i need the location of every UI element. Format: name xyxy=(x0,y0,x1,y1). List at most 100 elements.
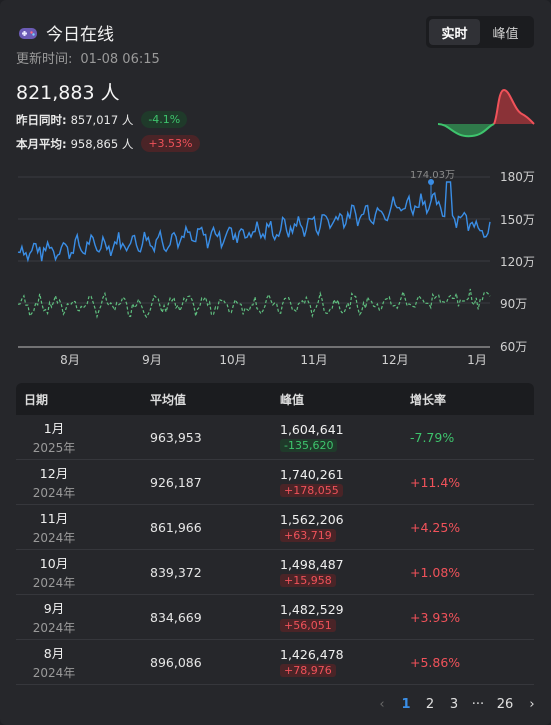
row-peak: 1,426,478 xyxy=(280,647,344,662)
row-average: 963,953 xyxy=(150,429,202,445)
gamepad-icon xyxy=(19,27,37,39)
peak-series-line xyxy=(17,181,491,263)
y-tick-label: 60万 xyxy=(500,340,528,354)
row-peak-delta: -135,620 xyxy=(280,439,338,452)
row-average: 834,669 xyxy=(150,609,202,625)
page-2-button[interactable]: 2 xyxy=(418,697,442,712)
row-month: 12月 xyxy=(39,466,69,481)
row-month: 10月 xyxy=(39,556,69,571)
row-month: 11月 xyxy=(39,511,69,526)
peak-cell: 1,562,206 +63,719 xyxy=(280,512,410,542)
row-peak: 1,604,641 xyxy=(280,422,344,437)
row-month: 1月 xyxy=(43,421,65,436)
x-tick-label: 9月 xyxy=(142,353,162,367)
update-info: 更新时间: 01-08 06:15 xyxy=(16,48,160,67)
table-row[interactable]: 8月 2024年 896,086 1,426,478 +78,976 +5.86% xyxy=(16,640,534,685)
row-year: 2024年 xyxy=(32,576,76,590)
row-average: 926,187 xyxy=(150,474,202,490)
peak-cell: 1,498,487 +15,958 xyxy=(280,557,410,587)
row-peak: 1,740,261 xyxy=(280,467,344,482)
month-avg-label: 本月平均: xyxy=(16,136,67,151)
peak-cell: 1,604,641 -135,620 xyxy=(280,422,410,452)
online-chart xyxy=(17,176,491,348)
current-online-count: 821,883 人 xyxy=(16,82,120,104)
month-avg-row: 本月平均: 958,865 人 +3.53% xyxy=(16,135,200,152)
row-peak-delta: +15,958 xyxy=(280,574,336,587)
col-header-growth[interactable]: 增长率 xyxy=(410,391,534,408)
row-average: 896,086 xyxy=(150,654,202,670)
date-cell: 10月 2024年 xyxy=(16,553,150,591)
col-header-date[interactable]: 日期 xyxy=(16,391,150,408)
date-cell: 11月 2024年 xyxy=(16,508,150,546)
x-tick-label: 11月 xyxy=(300,353,328,367)
next-page-button[interactable]: › xyxy=(520,697,544,712)
tab-peak[interactable]: 峰值 xyxy=(480,19,531,45)
x-tick-label: 8月 xyxy=(60,353,80,367)
yesterday-label: 昨日同时: xyxy=(16,112,67,127)
update-time: 01-08 06:15 xyxy=(80,52,160,67)
row-peak: 1,482,529 xyxy=(280,602,344,617)
y-tick-label: 90万 xyxy=(500,297,528,311)
row-year: 2024年 xyxy=(32,666,76,680)
table-row[interactable]: 11月 2024年 861,966 1,562,206 +63,719 +4.25% xyxy=(16,505,534,550)
row-year: 2024年 xyxy=(32,486,76,500)
y-tick-label: 120万 xyxy=(500,255,535,269)
date-cell: 9月 2024年 xyxy=(16,598,150,636)
col-header-peak[interactable]: 峰值 xyxy=(280,391,410,408)
row-peak-delta: +78,976 xyxy=(280,664,336,677)
row-peak-delta: +63,719 xyxy=(280,529,336,542)
x-tick-label: 12月 xyxy=(381,353,409,367)
table-header: 日期 平均值 峰值 增长率 xyxy=(16,383,534,415)
pagination: ‹ 1 2 3 ··· 26 › xyxy=(370,697,544,712)
date-cell: 12月 2024年 xyxy=(16,463,150,501)
row-year: 2024年 xyxy=(32,621,76,635)
row-average: 861,966 xyxy=(150,519,202,535)
table-body: 1月 2025年 963,953 1,604,641 -135,620 -7.79% 12月… xyxy=(16,415,534,685)
x-tick-label: 10月 xyxy=(219,353,247,367)
row-growth: +11.4% xyxy=(410,474,461,490)
tab-realtime[interactable]: 实时 xyxy=(429,19,480,45)
row-peak-delta: +178,055 xyxy=(280,484,343,497)
trend-sparkline xyxy=(437,88,535,138)
peak-cell: 1,426,478 +78,976 xyxy=(280,647,410,677)
month-avg-change-badge: +3.53% xyxy=(141,135,200,152)
prev-page-button[interactable]: ‹ xyxy=(370,697,394,712)
y-tick-label: 150万 xyxy=(500,213,535,227)
row-year: 2024年 xyxy=(32,531,76,545)
col-header-avg[interactable]: 平均值 xyxy=(150,391,280,408)
yesterday-row: 昨日同时: 857,017 人 -4.1% xyxy=(16,111,188,128)
update-label: 更新时间: xyxy=(16,52,73,67)
y-tick-label: 180万 xyxy=(500,170,535,184)
row-average: 839,372 xyxy=(150,564,202,580)
table-row[interactable]: 12月 2024年 926,187 1,740,261 +178,055 +11.4% xyxy=(16,460,534,505)
row-growth: +1.08% xyxy=(410,564,461,580)
yesterday-value: 857,017 人 xyxy=(70,112,134,127)
page-ellipsis[interactable]: ··· xyxy=(466,697,490,712)
peak-cell: 1,740,261 +178,055 xyxy=(280,467,410,497)
page-3-button[interactable]: 3 xyxy=(442,697,466,712)
monthly-table: 日期 平均值 峰值 增长率 1月 2025年 963,953 1,604,641 -13… xyxy=(16,383,534,685)
yesterday-change-badge: -4.1% xyxy=(141,111,188,128)
page-1-button[interactable]: 1 xyxy=(394,697,418,712)
online-card: 今日在线 实时 峰值 更新时间: 01-08 06:15 821,883 人 昨日… xyxy=(0,0,551,725)
row-growth: +5.86% xyxy=(410,654,461,670)
page-title: 今日在线 xyxy=(46,25,114,45)
date-cell: 8月 2024年 xyxy=(16,643,150,681)
row-growth: +3.93% xyxy=(410,609,461,625)
page-26-button[interactable]: 26 xyxy=(490,697,520,712)
row-peak: 1,562,206 xyxy=(280,512,344,527)
row-growth: +4.25% xyxy=(410,519,461,535)
table-row[interactable]: 1月 2025年 963,953 1,604,641 -135,620 -7.79% xyxy=(16,415,534,460)
peak-annotation: 174.03万 xyxy=(410,170,455,181)
row-growth: -7.79% xyxy=(410,429,455,445)
header-title-group: 今日在线 xyxy=(18,20,114,45)
row-peak: 1,498,487 xyxy=(280,557,344,572)
row-peak-delta: +56,051 xyxy=(280,619,336,632)
table-row[interactable]: 10月 2024年 839,372 1,498,487 +15,958 +1.08% xyxy=(16,550,534,595)
table-row[interactable]: 9月 2024年 834,669 1,482,529 +56,051 +3.93% xyxy=(16,595,534,640)
month-avg-value: 958,865 人 xyxy=(70,136,134,151)
row-year: 2025年 xyxy=(32,441,76,455)
mode-toggle: 实时 峰值 xyxy=(426,16,534,48)
peak-cell: 1,482,529 +56,051 xyxy=(280,602,410,632)
x-tick-label: 1月 xyxy=(467,353,487,367)
